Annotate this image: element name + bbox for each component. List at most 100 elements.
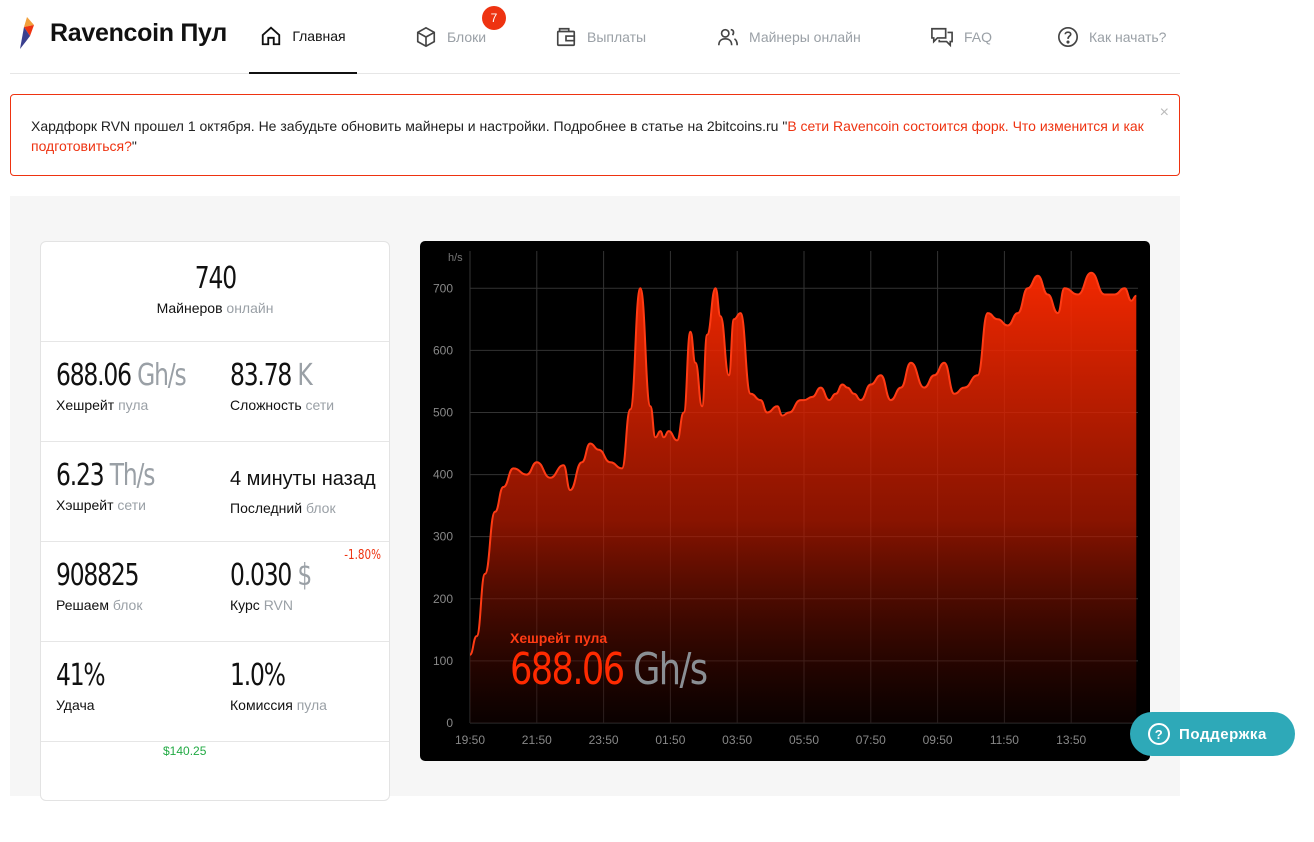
difficulty-number: 83.78 (230, 358, 292, 393)
x-tick-label: 19:50 (455, 733, 485, 747)
pool-fee-label-main: Комиссия (230, 697, 293, 713)
alert-text: Хардфорк RVN прошел 1 октября. Не забудь… (31, 118, 788, 134)
difficulty-label: Сложность сети (230, 397, 335, 413)
miners-online-label-muted: онлайн (226, 300, 274, 316)
rvn-rate-change: -1.80% (344, 548, 381, 563)
pool-fee-label: Комиссия пула (230, 697, 327, 713)
current-block-value: 908825 (56, 558, 139, 593)
blocks-count-badge: 7 (482, 6, 506, 30)
nav-faq-label: FAQ (964, 29, 993, 45)
pool-fee-label-muted: пула (296, 697, 327, 713)
rvn-rate-label-main: Курс (230, 597, 260, 613)
x-tick-label: 23:50 (589, 733, 619, 747)
y-tick-label: 500 (433, 405, 453, 419)
miners-online-value: 740 (194, 261, 236, 296)
logo[interactable]: Ravencoin Пул (16, 16, 227, 50)
stats-row: 688.06 Gh/s Хешрейт пула 83.78 K Сложнос… (41, 342, 389, 442)
chart-overlay-unit: Gh/s (633, 644, 706, 695)
y-tick-label: 100 (433, 654, 453, 668)
nav-blocks[interactable]: Блоки (415, 0, 486, 74)
chat-icon (931, 27, 953, 48)
difficulty-unit: K (297, 358, 312, 393)
luck-stat: 41% Удача (56, 658, 118, 713)
wallet-icon (556, 27, 576, 47)
pool-hashrate-label: Хешрейт пула (56, 397, 222, 413)
current-block-label: Решаем блок (56, 597, 162, 613)
pool-hashrate-chart: 0 100 200 300 400 500 600 700 19:50 21:50 23:50 01:… (420, 241, 1150, 761)
network-hashrate-label-muted: сети (117, 497, 146, 513)
y-tick-label: 600 (433, 343, 453, 357)
support-button[interactable]: ? Поддержка (1130, 712, 1295, 756)
current-block-stat: 908825 Решаем блок (56, 558, 162, 613)
difficulty-label-main: Сложность (230, 397, 302, 413)
last-block-label-main: Последний (230, 500, 303, 516)
x-tick-label: 07:50 (856, 733, 886, 747)
nav-faq[interactable]: FAQ (930, 0, 992, 74)
x-tick-label: 01:50 (655, 733, 685, 747)
chart-overlay-number: 688.06 (510, 644, 624, 695)
app-title: Ravencoin Пул (50, 18, 227, 47)
nav-payouts[interactable]: Выплаты (555, 0, 646, 74)
current-block-label-main: Решаем (56, 597, 109, 613)
nav-blocks-label: Блоки (447, 29, 487, 45)
rvn-rate-value: 0.030 $ (230, 558, 312, 593)
y-tick-label: 0 (446, 716, 453, 730)
pool-hashrate-label-muted: пула (118, 397, 149, 413)
y-tick-label: 400 (433, 468, 453, 482)
pool-hashrate-number: 688.06 (56, 358, 132, 393)
nav-how-to-start[interactable]: Как начать? (1057, 0, 1166, 74)
pool-hashrate-stat: 688.06 Gh/s Хешрейт пула (56, 358, 222, 413)
stats-row: 908825 Решаем блок 0.030 $ Курс RVN -1.8… (41, 542, 389, 642)
cube-icon (416, 26, 436, 48)
last-block-value: 4 минуты назад (230, 468, 376, 490)
x-tick-label: 09:50 (923, 733, 953, 747)
nav-miners-online[interactable]: Майнеры онлайн (717, 0, 861, 74)
top-navigation: Ravencoin Пул Главная Блоки 7 Выплаты Ма… (10, 0, 1180, 74)
y-tick-label: 200 (433, 592, 453, 606)
difficulty-stat: 83.78 K Сложность сети (230, 358, 335, 413)
nav-miners-online-label: Майнеры онлайн (749, 29, 861, 45)
nav-how-to-start-label: Как начать? (1089, 29, 1167, 45)
alert-tail: " (131, 138, 137, 154)
nav-home[interactable]: Главная (249, 0, 357, 74)
question-icon: ? (1148, 723, 1170, 745)
chart-overlay-value: 688.06 Gh/s (510, 644, 707, 695)
network-hashrate-stat: 6.23 Th/s Хэшрейт сети (56, 458, 182, 513)
nav-payouts-label: Выплаты (587, 29, 647, 45)
hardfork-alert: Хардфорк RVN прошел 1 октября. Не забудь… (10, 94, 1180, 176)
support-label: Поддержка (1179, 725, 1267, 743)
miners-online-block: 740 Майнеров онлайн (41, 242, 389, 342)
partial-value: $140.25 (163, 744, 207, 758)
stats-row: 41% Удача 1.0% Комиссия пула (41, 642, 389, 742)
pool-fee-stat: 1.0% Комиссия пула (230, 658, 327, 713)
network-hashrate-number: 6.23 (56, 458, 105, 493)
pool-hashrate-label-main: Хешрейт (56, 397, 115, 413)
network-hashrate-label: Хэшрейт сети (56, 497, 182, 513)
miners-online-label-main: Майнеров (156, 300, 223, 316)
help-icon (1058, 27, 1078, 47)
network-hashrate-label-main: Хэшрейт (56, 497, 114, 513)
raven-logo-icon (20, 17, 34, 49)
rvn-rate-number: 0.030 (230, 558, 292, 593)
x-tick-label: 21:50 (522, 733, 552, 747)
miners-online-label: Майнеров онлайн (41, 300, 389, 316)
luck-label: Удача (56, 697, 95, 713)
y-axis-unit-label: h/s (448, 252, 463, 264)
alert-close-icon[interactable]: × (1160, 103, 1169, 123)
last-block-label: Последний блок (230, 500, 376, 516)
x-tick-label: 05:50 (789, 733, 819, 747)
rvn-rate-label-muted: RVN (263, 597, 293, 613)
x-tick-label: 11:50 (990, 733, 1019, 747)
stats-row-partial: $140.25 (41, 742, 389, 842)
nav-home-label: Главная (292, 28, 346, 44)
pool-fee-value: 1.0% (230, 658, 286, 693)
rvn-rate-stat: 0.030 $ Курс RVN (230, 558, 334, 613)
stats-card: 740 Майнеров онлайн 688.06 Gh/s Хешрейт … (40, 241, 390, 801)
pool-hashrate-unit: Gh/s (137, 358, 187, 393)
hashrate-chart-svg: 0 100 200 300 400 500 600 700 19:50 21:50 23:50 01:… (433, 251, 1138, 747)
network-hashrate-value: 6.23 Th/s (56, 458, 156, 493)
network-hashrate-unit: Th/s (109, 458, 156, 493)
last-block-stat: 4 минуты назад Последний блок (230, 458, 376, 516)
current-block-label-muted: блок (112, 597, 143, 613)
y-tick-label: 700 (433, 281, 453, 295)
